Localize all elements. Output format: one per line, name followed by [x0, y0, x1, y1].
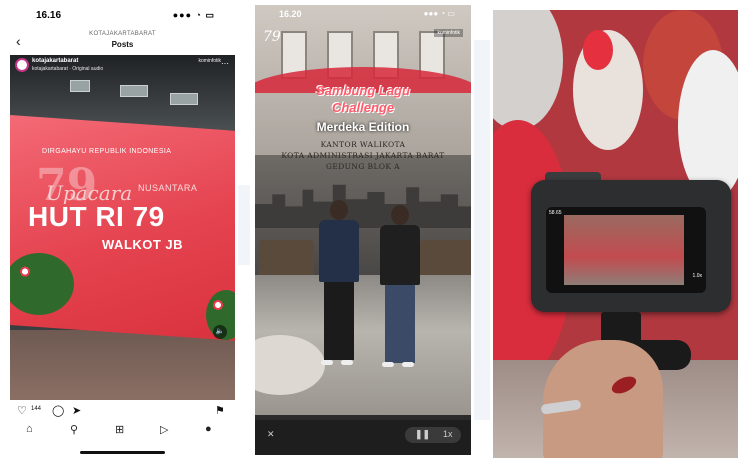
person-legs	[385, 285, 415, 363]
ceiling-lamp	[70, 80, 90, 92]
banner-heading: DIRGAHAYU REPUBLIK INDONESIA	[42, 148, 172, 155]
profile-icon[interactable]: ●	[205, 423, 212, 435]
banner-title: HUT RI 79	[28, 201, 165, 232]
status-icons: ●●● ◔ ▭	[423, 9, 455, 18]
person-shoe	[321, 360, 333, 365]
person-head	[391, 205, 409, 225]
person-torso	[380, 225, 420, 285]
story-sticker: kominfotik	[434, 29, 463, 37]
camera-screen: 58.65 1.0x	[546, 207, 706, 293]
wall-sign-line-2: KOTA ADMINISTRASI JAKARTA BARAT	[281, 151, 445, 160]
wall-sign-line-1: KANTOR WALIKOTA	[320, 140, 406, 149]
status-time: 16.16	[36, 10, 62, 21]
close-icon[interactable]: ✕	[267, 429, 275, 440]
person-torso	[319, 220, 359, 282]
mute-icon[interactable]: 🔈	[213, 325, 227, 339]
home-indicator	[80, 451, 165, 454]
collage: 16.16 ●●● ◔ ▭ ‹ KOTAJAKARTABARAT Posts D…	[0, 0, 739, 460]
post-audio[interactable]: kotajakartabarat · Original audio	[32, 66, 103, 72]
sofa	[259, 240, 314, 278]
home-icon[interactable]: ⌂	[26, 423, 33, 435]
heart-icon[interactable]: ♡	[17, 404, 27, 417]
person-shoe	[341, 360, 353, 365]
person-shoe	[402, 362, 414, 367]
post-header: kotajakartabarat kotajakartabarat · Orig…	[10, 55, 235, 75]
person-left	[315, 200, 365, 375]
status-icons: ●●● ◔ ▭	[172, 10, 215, 20]
floor	[10, 330, 235, 400]
status-time: 16.20	[279, 9, 302, 19]
reels-icon[interactable]: ▷	[160, 423, 168, 436]
post-username[interactable]: kotajakartabarat	[32, 58, 78, 64]
person-shoe	[382, 362, 394, 367]
action-camera-photo: 58.65 1.0x	[493, 10, 738, 458]
add-icon[interactable]: ⊞	[115, 423, 124, 436]
page-title: Posts	[111, 40, 134, 49]
bottom-tab-bar: ⌂ ⚲ ⊞ ▷ ●	[10, 419, 235, 443]
camera-speed: 1.0x	[692, 273, 702, 279]
person-right	[375, 205, 425, 375]
like-count: 144	[31, 406, 42, 412]
status-bar: 16.16 ●●● ◔ ▭	[10, 5, 235, 25]
background-person	[493, 10, 563, 130]
top-nav: ‹ KOTAJAKARTABARAT Posts	[10, 27, 235, 55]
pause-icon[interactable]: ❚❚	[415, 429, 430, 440]
avatar[interactable]	[15, 58, 29, 72]
wall-sign-line-3: GEDUNG BLOK A	[326, 162, 400, 171]
person-legs	[324, 282, 354, 360]
account-name: KOTAJAKARTABARAT	[89, 31, 156, 37]
background-person	[678, 50, 738, 200]
anniversary-logo-icon: 79	[263, 29, 281, 45]
overlay-subtitle: Merdeka Edition	[316, 120, 410, 134]
story-video-screenshot: Sambung Lagu Challenge Merdeka Edition K…	[255, 5, 471, 455]
person-head	[330, 200, 348, 220]
background-person	[583, 30, 613, 70]
post-actions: ♡ 144 ◯ ➤ ⚑	[10, 400, 235, 418]
comment-icon[interactable]: ◯	[52, 404, 64, 417]
share-icon[interactable]: ➤	[72, 404, 81, 417]
post-tag: kominfotik	[198, 58, 221, 64]
more-icon[interactable]: ⋯	[221, 59, 229, 68]
speed-button[interactable]: 1x	[443, 429, 453, 439]
overlay-title-2: Challenge	[331, 100, 395, 115]
bookmark-icon[interactable]: ⚑	[215, 404, 225, 417]
camera-preview	[564, 215, 684, 285]
ceiling-lamp	[120, 85, 148, 97]
hand	[543, 340, 663, 458]
overlay-title-1: Sambung Lagu	[316, 83, 410, 98]
camera-time: 58.65	[549, 210, 562, 216]
sofa	[420, 240, 471, 278]
search-icon[interactable]: ⚲	[70, 423, 78, 436]
watermark-bar	[238, 185, 250, 265]
watermark-bar	[474, 40, 490, 420]
playback-controls: ✕ ❚❚ 1x	[255, 420, 471, 455]
banner-subtitle: WALKOT JB	[102, 237, 184, 252]
banner-side-text: NUSANTARA	[138, 183, 198, 193]
status-bar: 16.20 ●●● ◔ ▭	[255, 5, 471, 23]
instagram-post-screenshot: 16.16 ●●● ◔ ▭ ‹ KOTAJAKARTABARAT Posts D…	[10, 5, 235, 455]
ceiling-lamp	[170, 93, 198, 105]
